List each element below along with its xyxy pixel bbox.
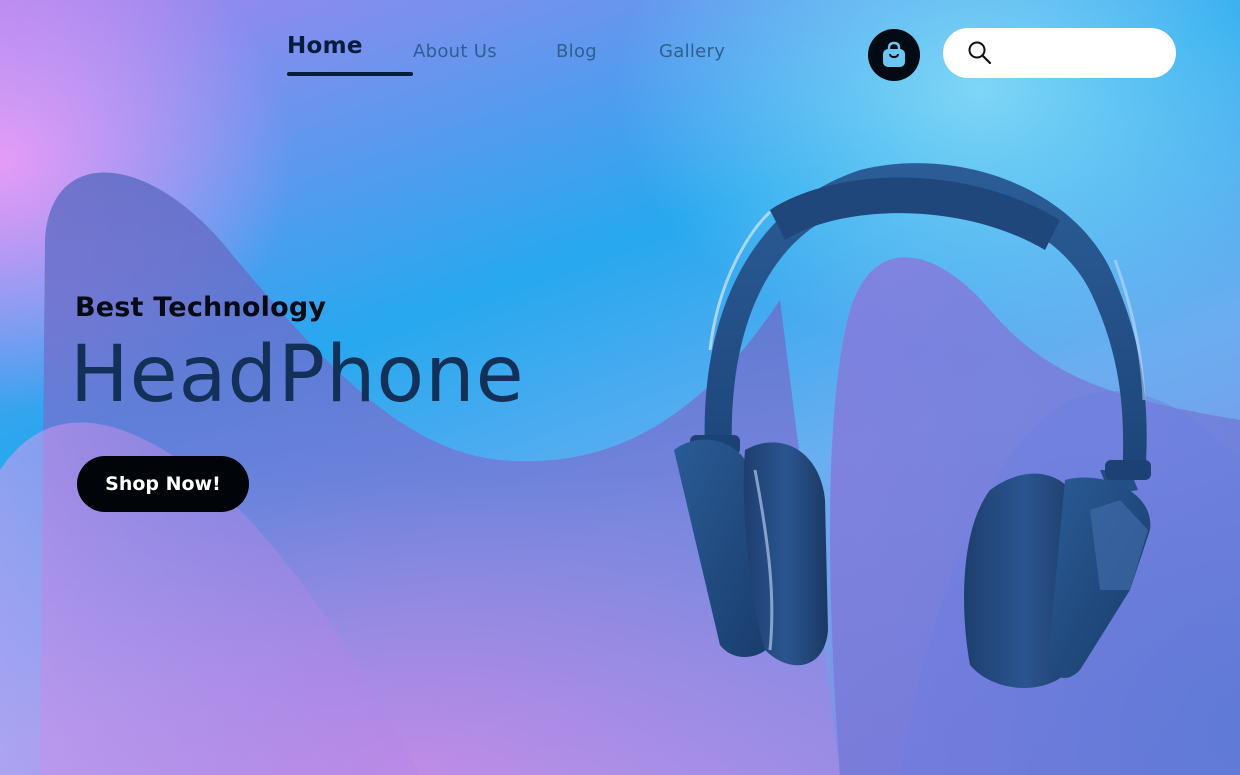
nav-item-gallery[interactable]: Gallery	[659, 41, 725, 85]
search-icon[interactable]	[967, 40, 993, 66]
search-box[interactable]	[943, 28, 1176, 78]
shop-now-button[interactable]: Shop Now!	[77, 456, 249, 512]
hero-tagline: Best Technology	[75, 292, 327, 323]
nav-item-home[interactable]: Home	[287, 33, 413, 77]
hero-title: HeadPhone	[70, 330, 525, 420]
shopping-bag-icon	[883, 41, 905, 67]
search-input[interactable]	[1003, 37, 1167, 69]
headphones-image	[674, 163, 1151, 688]
main-nav: Home About Us Blog Gallery	[287, 33, 725, 85]
cart-button[interactable]	[868, 29, 920, 81]
nav-item-about-us[interactable]: About Us	[413, 41, 556, 85]
nav-item-blog[interactable]: Blog	[556, 41, 659, 85]
